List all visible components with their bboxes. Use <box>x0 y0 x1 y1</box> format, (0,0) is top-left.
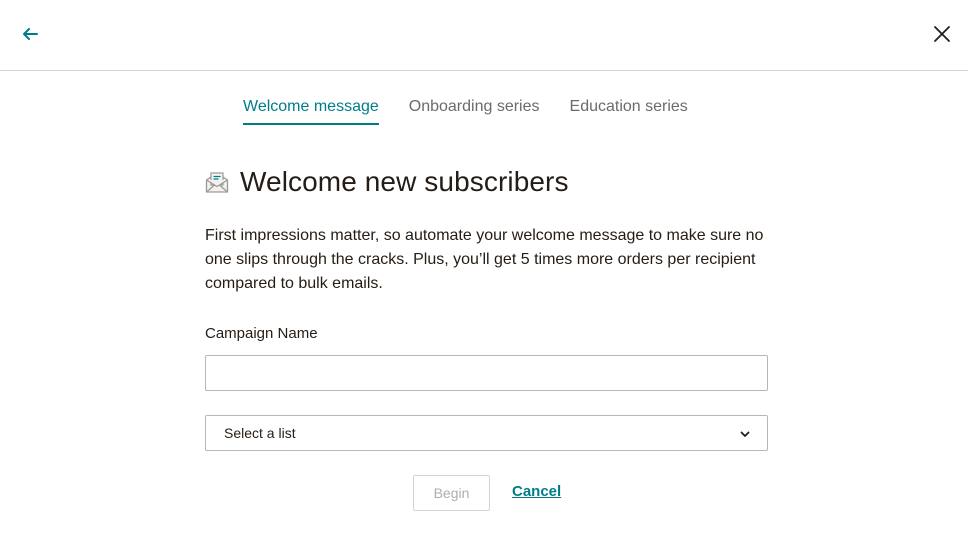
tab-bar: Welcome message Onboarding series Educat… <box>243 96 688 126</box>
tab-onboarding-series[interactable]: Onboarding series <box>409 96 540 125</box>
cancel-link[interactable]: Cancel <box>512 483 561 500</box>
campaign-name-label: Campaign Name <box>205 325 318 342</box>
back-button[interactable] <box>18 22 42 46</box>
envelope-open-icon <box>205 172 229 193</box>
arrow-left-icon <box>23 28 38 40</box>
close-button[interactable] <box>930 22 954 46</box>
campaign-name-input[interactable] <box>205 355 768 391</box>
begin-button[interactable]: Begin <box>413 475 490 511</box>
chevron-down-icon <box>740 431 750 437</box>
list-select-value: Select a list <box>224 425 296 441</box>
list-select[interactable]: Select a list <box>205 415 768 451</box>
tab-education-series[interactable]: Education series <box>570 96 688 125</box>
close-icon <box>934 26 950 42</box>
heading-row: Welcome new subscribers <box>204 164 569 200</box>
page-title: Welcome new subscribers <box>240 166 569 197</box>
tab-welcome-message[interactable]: Welcome message <box>243 96 379 125</box>
top-bar <box>0 0 968 71</box>
description-text: First impressions matter, so automate yo… <box>205 227 764 292</box>
